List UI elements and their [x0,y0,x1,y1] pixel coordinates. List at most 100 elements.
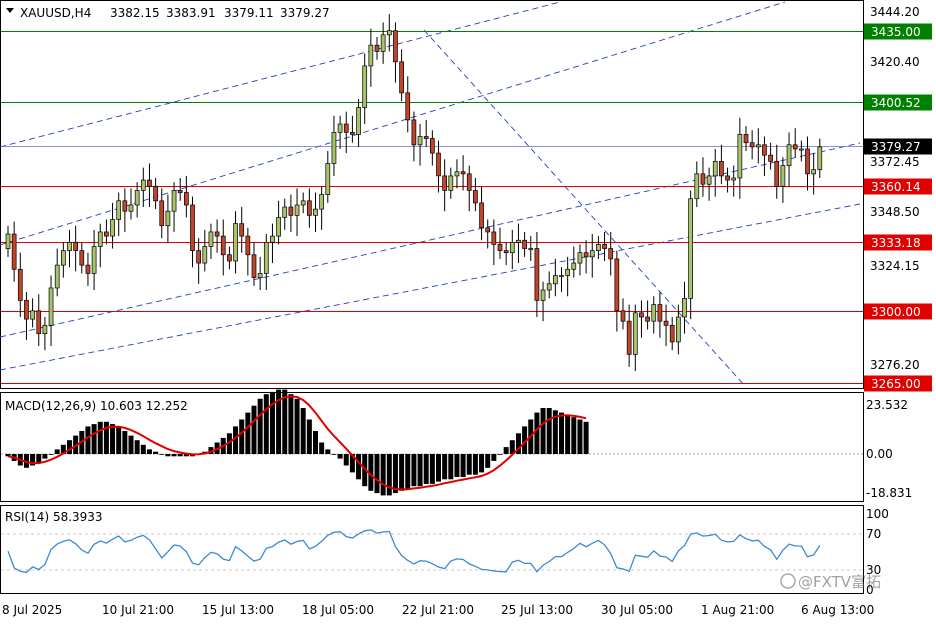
candle-body [688,198,694,299]
macd-bar [448,454,454,480]
candle-body [509,241,515,254]
candle-body [675,316,681,343]
time-tick: 8 Jul 2025 [2,603,62,617]
candle-body [417,136,423,146]
candle-body [669,324,675,343]
time-tick: 6 Aug 13:00 [801,603,874,617]
candle-body [737,134,743,179]
candle-body [805,148,810,175]
candle-body [134,190,140,206]
macd-bar [386,454,392,496]
rsi-tick: 70 [866,527,881,541]
macd-bar [429,454,435,484]
time-tick: 25 Jul 13:00 [501,603,573,617]
candle-body [184,192,189,206]
candle-body [393,30,398,63]
candle-body [227,254,232,262]
candle-body [307,200,312,216]
macd-bar [325,449,331,454]
candle-body [405,92,411,121]
candle-body [233,223,238,262]
candle-body [17,268,23,301]
candle-body [546,283,552,291]
candle-body [811,169,817,175]
candle-body [79,250,85,266]
macd-bar [313,431,318,454]
candle-body [700,173,706,185]
macd-bar [294,398,300,454]
candle-body [208,231,214,247]
candle-body [540,289,546,301]
macd-bar [559,412,564,454]
candle-body [140,179,146,191]
candle-body [436,152,441,177]
candle-body [639,312,644,318]
candle-body [343,123,349,133]
candle-body [294,204,300,216]
macd-bar [411,454,417,487]
macd-bar [171,454,177,457]
time-tick: 10 Jul 21:00 [102,603,174,617]
candle-body [239,223,245,237]
candle-body [743,134,749,144]
candle-body [473,190,478,204]
time-tick: 15 Jul 13:00 [202,603,274,617]
macd-tick: -18.831 [866,486,912,500]
candle-body [122,200,128,212]
macd-bar [288,394,294,454]
candle-body [430,138,435,154]
candle-body [116,200,122,220]
macd-bar [134,440,140,454]
candle-body [374,44,380,52]
candle-body [325,163,331,195]
candle-body [522,239,527,249]
level-tag-label: 3300.00 [871,305,921,319]
candle-body [565,268,571,276]
macd-bar [110,424,116,454]
candle-body [442,175,447,191]
macd-bar [423,454,429,484]
candle-body [559,275,564,278]
macd-bar [337,454,343,459]
candle-body [497,244,503,251]
macd-bar [97,421,103,454]
candle-body [153,185,158,202]
candle-body [399,61,404,94]
candle-body [534,248,540,301]
macd-bar [534,412,540,454]
candle-body [319,194,324,210]
macd-bar [546,408,552,454]
candle-body [30,310,35,320]
rsi-pane[interactable] [0,505,864,594]
macd-bar [239,419,245,454]
candle-body [552,275,558,285]
chart-canvas[interactable]: XAUUSD,H4 3382.15 3383.91 3379.11 3379.2… [0,0,936,624]
candle-body [128,204,134,212]
candle-body [571,262,577,270]
macd-bar [436,454,441,482]
macd-bar [153,451,159,454]
time-axis[interactable]: 8 Jul 2025 10 Jul 21:00 15 Jul 13:00 18 … [2,603,874,617]
macd-bar [251,405,257,454]
candle-body [786,144,792,166]
candle-body [651,304,657,322]
macd-bar [269,391,275,454]
candle-body [48,287,54,326]
macd-bar [54,449,60,454]
macd-bar [565,414,571,454]
level-tag-label: 3265.00 [871,377,921,391]
candle-body [774,161,780,187]
time-tick: 30 Jul 05:00 [601,603,673,617]
macd-bar [356,454,362,480]
candle-body [60,250,66,266]
macd-bar [42,454,48,459]
chart-header: XAUUSD,H4 3382.15 3383.91 3379.11 3379.2… [6,6,330,20]
candle-body [313,208,318,216]
candle-body [411,119,417,146]
macd-bar [85,426,91,454]
macd-bar [48,454,54,455]
candle-body [479,202,484,229]
level-tag-label: 3379.27 [871,140,921,154]
rsi-label: RSI(14) 58.3933 [5,510,103,524]
macd-bar [128,435,134,454]
